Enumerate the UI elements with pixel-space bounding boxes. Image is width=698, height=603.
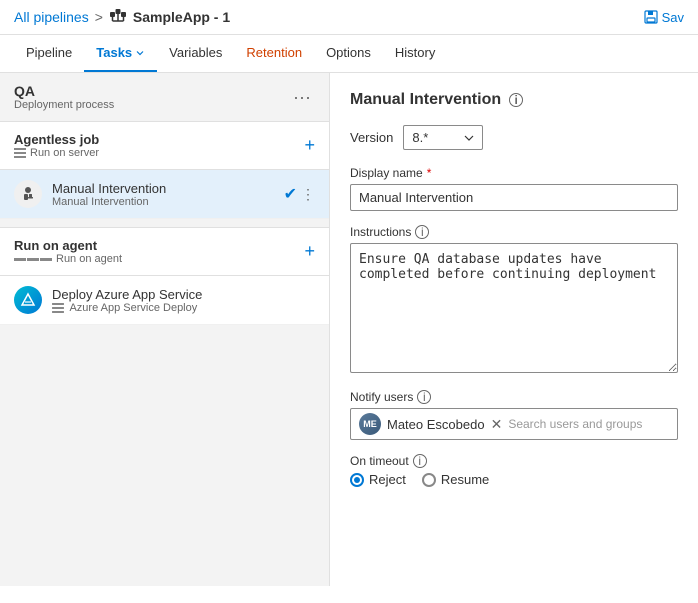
stage-header: QA Deployment process ··· xyxy=(0,73,329,121)
run-on-agent-section: Run on agent Run on agent + xyxy=(0,227,329,325)
stage-more-button[interactable]: ··· xyxy=(289,85,315,110)
reject-label: Reject xyxy=(369,472,406,487)
deploy-icon xyxy=(52,303,64,313)
run-on-agent-subtitle: Run on agent xyxy=(14,253,122,265)
resume-label: Resume xyxy=(441,472,489,487)
instructions-field: Instructions i Ensure QA database update… xyxy=(350,225,678,376)
nav-tabs: Pipeline Tasks Variables Retention Optio… xyxy=(0,35,698,73)
tab-tasks[interactable]: Tasks xyxy=(84,35,157,72)
notify-users-label: Notify users i xyxy=(350,390,678,404)
manual-intervention-info: Manual Intervention Manual Intervention xyxy=(52,181,274,208)
pipeline-icon xyxy=(109,8,127,26)
agentless-job-header: Agentless job Run on server + xyxy=(0,121,329,170)
display-name-label: Display name * xyxy=(350,166,678,180)
azure-icon xyxy=(20,292,36,308)
instructions-textarea[interactable]: Ensure QA database updates have complete… xyxy=(350,243,678,373)
version-dropdown[interactable]: 8.* xyxy=(403,125,483,150)
title-info-icon[interactable]: i xyxy=(509,93,523,107)
resume-radio[interactable]: Resume xyxy=(422,472,489,487)
resume-radio-circle xyxy=(422,473,436,487)
save-button[interactable]: Sav xyxy=(644,10,684,25)
search-users-placeholder: Search users and groups xyxy=(508,417,642,431)
notify-users-field: Notify users i ME Mateo Escobedo ✕ Searc… xyxy=(350,390,678,440)
timeout-radio-group: Reject Resume xyxy=(350,472,678,487)
manual-intervention-subtitle: Manual Intervention xyxy=(52,196,274,208)
instructions-info-icon[interactable]: i xyxy=(415,225,429,239)
left-panel: QA Deployment process ··· Agentless job … xyxy=(0,73,330,586)
breadcrumb-separator: > xyxy=(95,9,103,25)
tab-retention[interactable]: Retention xyxy=(234,35,314,72)
manual-intervention-name: Manual Intervention xyxy=(52,181,274,196)
timeout-info-icon[interactable]: i xyxy=(413,454,427,468)
manual-intervention-actions: ✔ ⋮ xyxy=(284,184,315,204)
pipeline-name: SampleApp - 1 xyxy=(133,9,230,25)
reject-radio[interactable]: Reject xyxy=(350,472,406,487)
header-actions: Sav xyxy=(644,10,684,25)
run-on-agent-header: Run on agent Run on agent + xyxy=(0,227,329,276)
panel-title: Manual Intervention i xyxy=(350,91,678,109)
reject-radio-circle xyxy=(350,473,364,487)
save-icon xyxy=(644,10,658,24)
stage-subtitle: Deployment process xyxy=(14,99,114,111)
display-name-field: Display name * xyxy=(350,166,678,211)
version-row: Version 8.* xyxy=(350,125,678,150)
version-label: Version xyxy=(350,130,393,145)
tab-options[interactable]: Options xyxy=(314,35,383,72)
chevron-down-icon xyxy=(135,48,145,58)
deploy-azure-info: Deploy Azure App Service Azure App Servi… xyxy=(52,287,315,314)
tab-pipeline[interactable]: Pipeline xyxy=(14,35,84,72)
tab-history[interactable]: History xyxy=(383,35,447,72)
agentless-job-subtitle: Run on server xyxy=(14,147,99,159)
all-pipelines-link[interactable]: All pipelines xyxy=(14,9,89,25)
right-panel: Manual Intervention i Version 8.* Displa… xyxy=(330,73,698,586)
run-on-agent-title: Run on agent xyxy=(14,238,122,253)
check-icon: ✔ xyxy=(284,184,297,204)
task-more-button[interactable]: ⋮ xyxy=(301,186,315,203)
notify-info-icon[interactable]: i xyxy=(417,390,431,404)
deploy-azure-subtitle: Azure App Service Deploy xyxy=(52,302,315,314)
manual-intervention-task[interactable]: Manual Intervention Manual Intervention … xyxy=(0,170,329,219)
on-timeout-field: On timeout i Reject Resume xyxy=(350,454,678,487)
notify-users-input[interactable]: ME Mateo Escobedo ✕ Search users and gro… xyxy=(350,408,678,440)
agentless-add-button[interactable]: + xyxy=(304,135,315,156)
deploy-azure-name: Deploy Azure App Service xyxy=(52,287,315,302)
breadcrumb: All pipelines > SampleApp - 1 xyxy=(14,8,230,26)
user-name: Mateo Escobedo xyxy=(387,417,485,432)
manual-intervention-icon xyxy=(14,180,42,208)
person-icon xyxy=(19,185,37,203)
instructions-label: Instructions i xyxy=(350,225,678,239)
required-marker: * xyxy=(427,166,432,180)
on-timeout-label: On timeout i xyxy=(350,454,678,468)
run-on-agent-add-button[interactable]: + xyxy=(304,241,315,262)
display-name-input[interactable] xyxy=(350,184,678,211)
agentless-job-title: Agentless job xyxy=(14,132,99,147)
deploy-azure-task[interactable]: Deploy Azure App Service Azure App Servi… xyxy=(0,276,329,325)
stage-title: QA xyxy=(14,83,114,99)
chevron-down-icon xyxy=(464,134,474,142)
user-avatar: ME xyxy=(359,413,381,435)
azure-task-icon xyxy=(14,286,42,314)
tab-variables[interactable]: Variables xyxy=(157,35,234,72)
agentless-job-group: Agentless job Run on server + xyxy=(0,121,329,219)
server-icon xyxy=(14,148,26,158)
remove-user-button[interactable]: ✕ xyxy=(491,417,503,431)
main-layout: QA Deployment process ··· Agentless job … xyxy=(0,73,698,586)
